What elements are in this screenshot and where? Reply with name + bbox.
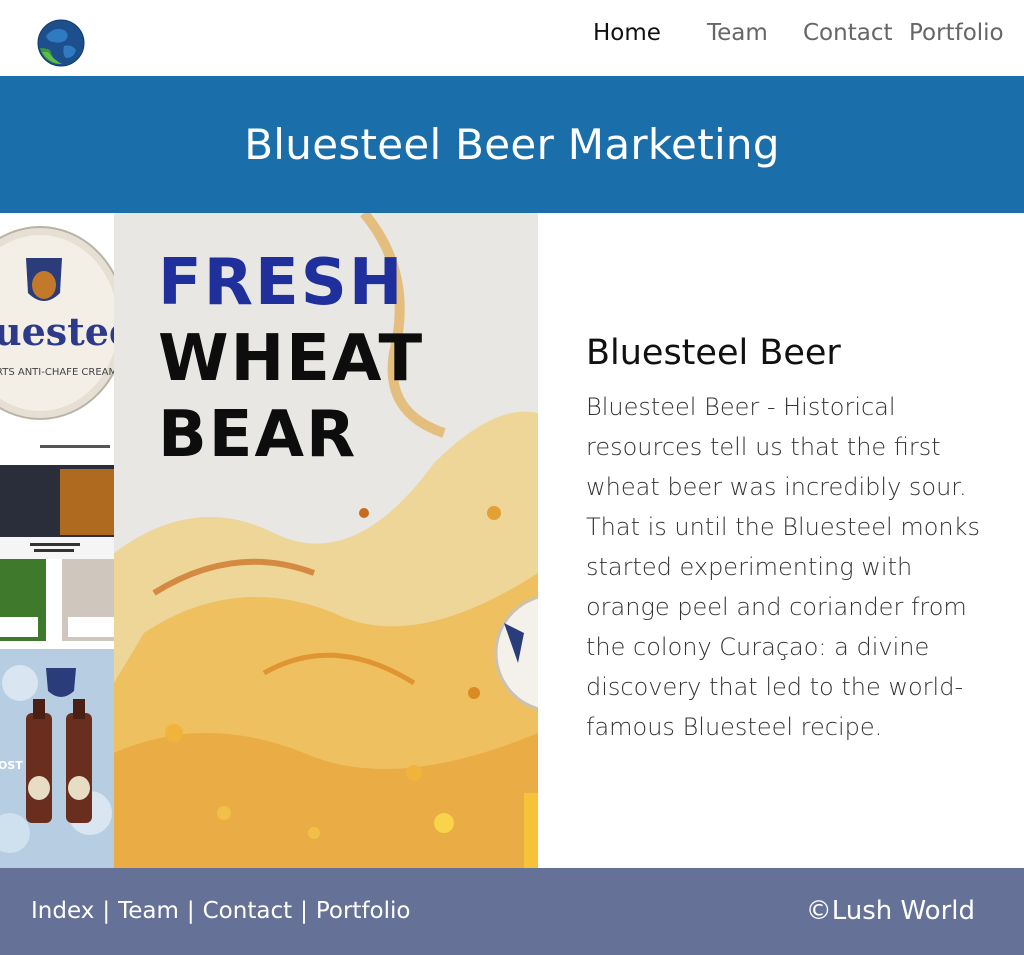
top-navbar: Home Team Contact Portfolio [0, 0, 1024, 76]
portfolio-thumbnail-strip: uestee RTS ANTI-CHAFE CREAM [0, 213, 114, 868]
nav-home-link[interactable]: Home [593, 20, 661, 46]
nav-team-link[interactable]: Team [707, 20, 768, 46]
article-heading: Bluesteel Beer [586, 333, 841, 373]
footer-portfolio-link[interactable]: Portfolio [316, 898, 411, 924]
poster-line-fresh: FRESH [158, 246, 405, 320]
page-title: Bluesteel Beer Marketing [244, 120, 780, 169]
poster-line-bear: BEAR [158, 398, 358, 472]
page-footer: Index | Team | Contact | Portfolio ©Lush World [0, 868, 1024, 955]
thumbnail-bottle-text: OST [0, 759, 23, 772]
nav-links: Home Team Contact Portfolio [0, 0, 1024, 76]
thumbnail-label-text: uestee [0, 309, 114, 354]
nav-contact-link[interactable]: Contact [803, 20, 892, 46]
poster-line-wheat: WHEAT [158, 322, 425, 396]
thumbnail-collage-image: uestee RTS ANTI-CHAFE CREAM [0, 213, 114, 868]
main-content: uestee RTS ANTI-CHAFE CREAM [0, 213, 1024, 868]
thumbnail-label-subtext: RTS ANTI-CHAFE CREAM [0, 367, 114, 378]
footer-contact-link[interactable]: Contact [203, 898, 292, 924]
article-section: Bluesteel Beer Bluesteel Beer - Historic… [586, 333, 986, 747]
footer-copyright: ©Lush World [805, 896, 975, 926]
poster-headline: FRESH WHEAT BEAR [158, 245, 424, 473]
footer-links: Index | Team | Contact | Portfolio [31, 898, 410, 924]
footer-index-link[interactable]: Index [31, 898, 94, 924]
footer-separator: | [300, 898, 308, 924]
footer-separator: | [102, 898, 111, 924]
nav-portfolio-link[interactable]: Portfolio [909, 20, 1004, 46]
footer-team-link[interactable]: Team [118, 898, 179, 924]
footer-separator: | [186, 898, 195, 924]
article-body: Bluesteel Beer - Historical resources te… [586, 393, 981, 741]
fresh-wheat-poster: FRESH WHEAT BEAR [114, 213, 538, 868]
page-banner: Bluesteel Beer Marketing [0, 76, 1024, 213]
